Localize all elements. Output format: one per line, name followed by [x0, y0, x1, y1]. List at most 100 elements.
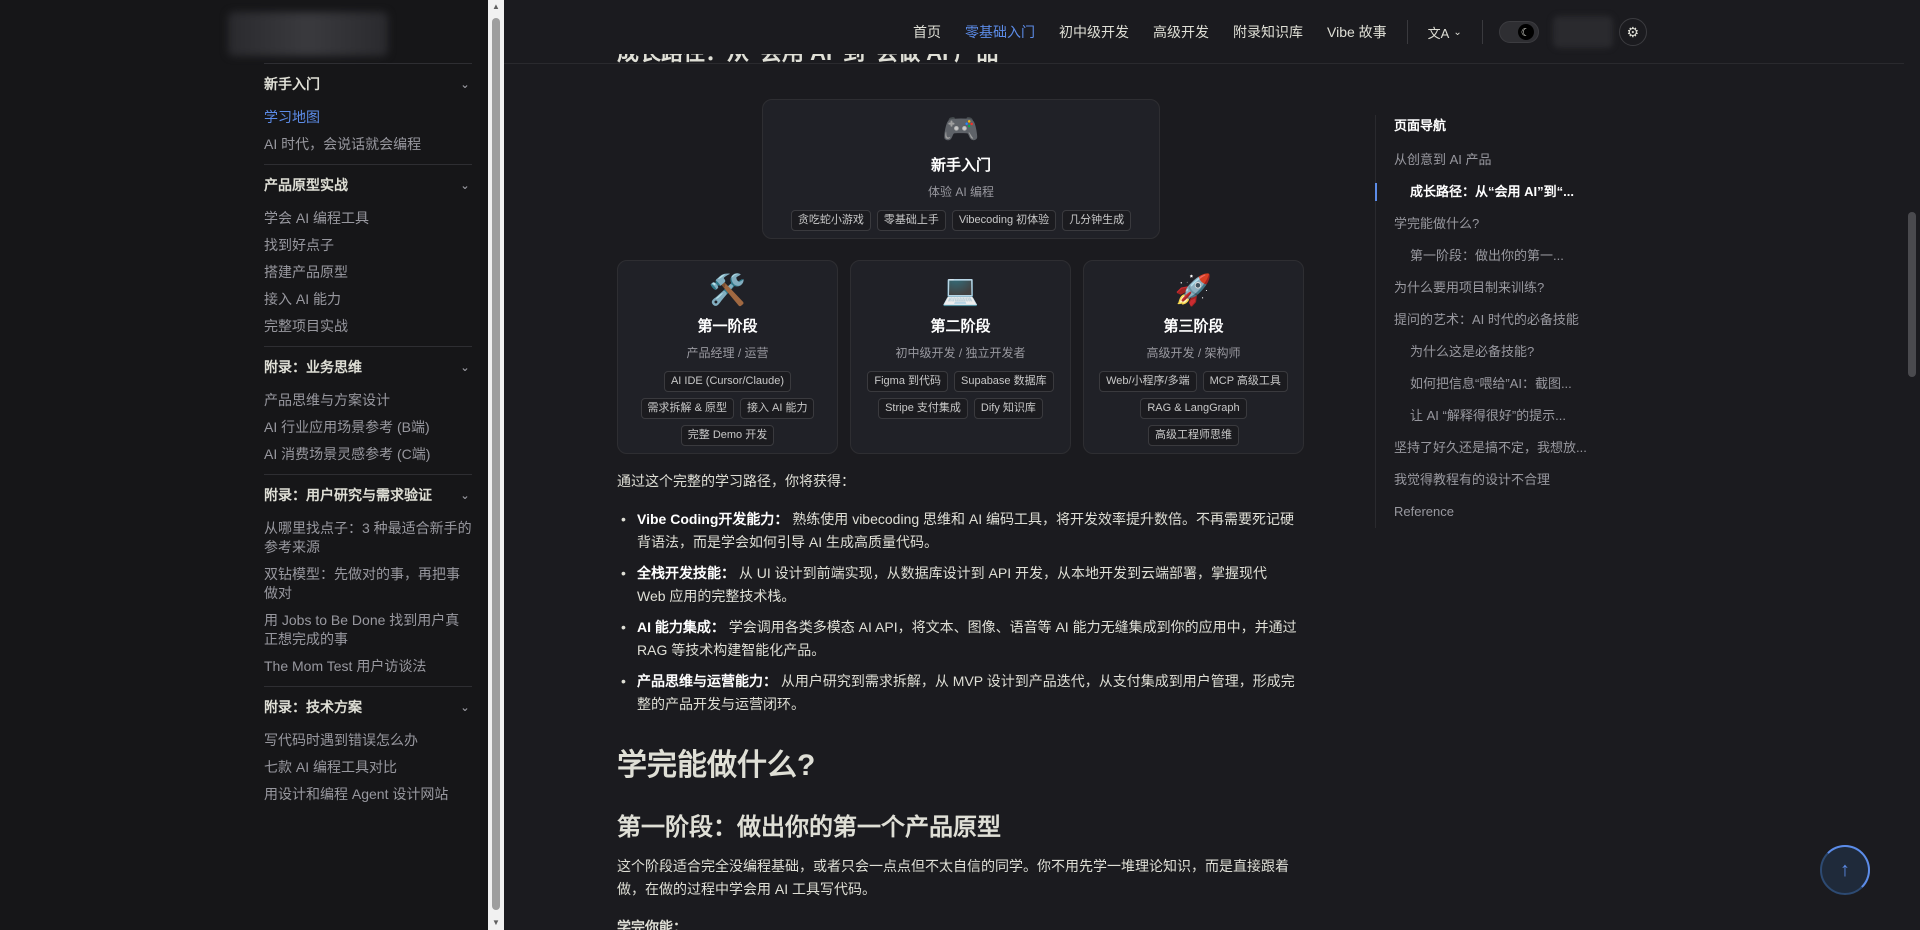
tag: 需求拆解 & 原型	[640, 398, 734, 419]
nav-link-appendix[interactable]: 附录知识库	[1221, 22, 1315, 42]
list-item: AI 能力集成： 学会调用各类多模态 AI API，将文本、图像、语音等 AI …	[617, 616, 1297, 662]
scrollbar-thumb[interactable]	[1908, 212, 1916, 377]
site-logo[interactable]	[228, 12, 388, 56]
tag: 零基础上手	[876, 210, 946, 231]
sidebar-item[interactable]: 双钻模型：先做对的事，再把事做对	[264, 561, 472, 607]
paragraph: 这个阶段适合完全没编程基础，或者只会一点点但不太自信的同学。你不用先学一堆理论知…	[617, 858, 1289, 897]
tools-icon: 🛠️	[708, 274, 747, 307]
sidebar-item[interactable]: 完整项目实战	[264, 313, 472, 340]
card-subtitle: 体验 AI 编程	[927, 185, 994, 199]
stage-card-2: 💻 第二阶段 初中级开发 / 独立开发者 Figma 到代码 Supabase …	[850, 260, 1071, 454]
tag: MCP 高级工具	[1202, 371, 1288, 392]
sidebar-item[interactable]: 搭建产品原型	[264, 259, 472, 286]
sidebar-group-header[interactable]: 新手入门 ⌄	[264, 64, 472, 104]
sidebar-item[interactable]: AI 时代，会说话就会编程	[264, 131, 472, 158]
toc-item[interactable]: Reference	[1394, 496, 1615, 528]
chevron-down-icon[interactable]: ⌄	[458, 178, 472, 192]
card-title: 第二阶段	[930, 318, 991, 335]
list-item-bold: Vibe Coding开发能力：	[637, 511, 789, 527]
card-subtitle: 高级开发 / 架构师	[1146, 346, 1241, 360]
sidebar-item[interactable]: 写代码时遇到错误怎么办	[264, 727, 472, 754]
sidebar-item[interactable]: 学会 AI 编程工具	[264, 205, 472, 232]
scroll-up-arrow-icon[interactable]: ▲	[492, 3, 500, 11]
sidebar-item[interactable]: 找到好点子	[264, 232, 472, 259]
chevron-down-icon[interactable]: ⌄	[458, 488, 472, 502]
page-scrollbar[interactable]	[1904, 0, 1920, 930]
nav-divider	[1481, 20, 1483, 44]
language-switcher[interactable]: 文A ⌄	[1416, 23, 1474, 42]
toc-item[interactable]: 我觉得教程有的设计不合理	[1394, 464, 1615, 496]
benefits-list: Vibe Coding开发能力： 熟练使用 vibecoding 思维和 AI …	[617, 508, 1297, 724]
sidebar-scrollbar[interactable]: ▲ ▼	[488, 0, 504, 930]
nav-link-vibe-stories[interactable]: Vibe 故事	[1315, 22, 1399, 42]
partial-heading-clip: 成长路径：从“会用 AI”到“会做 AI 产品”	[617, 54, 1307, 64]
toc-item[interactable]: 坚持了好久还是搞不定，我想放...	[1394, 432, 1615, 464]
list-item-bold: 全栈开发技能：	[637, 565, 735, 581]
nav-link-intermediate[interactable]: 初中级开发	[1047, 22, 1141, 42]
back-to-top-button[interactable]: ↑	[1820, 845, 1870, 895]
tag: AI IDE (Cursor/Claude)	[663, 371, 792, 392]
sidebar-item[interactable]: AI 行业应用场景参考 (B端)	[264, 414, 472, 441]
sidebar-item[interactable]: 用设计和编程 Agent 设计网站	[264, 781, 472, 808]
intro-text: 通过这个完整的学习路径，你将获得：	[617, 473, 855, 489]
toc-active-marker	[1375, 183, 1377, 201]
list-item: 全栈开发技能： 从 UI 设计到前端实现，从数据库设计到 API 开发，从本地开…	[617, 562, 1297, 608]
sidebar-group: 附录：用户研究与需求验证 ⌄ 从哪里找点子：3 种最适合新手的参考来源 双钻模型…	[264, 475, 472, 686]
toc-item[interactable]: 如何把信息“喂给”AI：截图...	[1394, 368, 1615, 400]
chevron-down-icon[interactable]: ⌄	[458, 700, 472, 714]
gear-icon[interactable]: ⚙	[1618, 18, 1647, 46]
section-heading-h2: 学完能做什么?	[617, 749, 816, 782]
scroll-down-arrow-icon[interactable]: ▼	[492, 919, 500, 927]
sidebar-item[interactable]: 接入 AI 能力	[264, 286, 472, 313]
sidebar-group-header[interactable]: 附录：业务思维 ⌄	[264, 347, 472, 387]
tag: 几分钟生成	[1062, 210, 1132, 231]
nav-link-home[interactable]: 首页	[901, 22, 953, 42]
sidebar-group: 附录：技术方案 ⌄ 写代码时遇到错误怎么办 七款 AI 编程工具对比 用设计和编…	[264, 687, 472, 814]
toc-item[interactable]: 从创意到 AI 产品	[1394, 144, 1615, 176]
toc-item[interactable]: 第一阶段：做出你的第一...	[1394, 240, 1615, 272]
card-title: 第三阶段	[1163, 318, 1224, 335]
sidebar-item[interactable]: The Mom Test 用户访谈法	[264, 653, 472, 680]
card-title: 第一阶段	[697, 318, 758, 335]
sidebar-item[interactable]: 用 Jobs to Be Done 找到用户真正想完成的事	[264, 607, 472, 653]
sidebar-group-header[interactable]: 附录：用户研究与需求验证 ⌄	[264, 475, 472, 515]
toc-item[interactable]: 提问的艺术：AI 时代的必备技能	[1394, 304, 1615, 336]
nav-link-advanced[interactable]: 高级开发	[1141, 22, 1221, 42]
sidebar-group: 附录：业务思维 ⌄ 产品思维与方案设计 AI 行业应用场景参考 (B端) AI …	[264, 347, 472, 474]
toc-item[interactable]: 为什么这是必备技能?	[1394, 336, 1615, 368]
avatar[interactable]	[1552, 16, 1613, 48]
sidebar-group-title: 新手入门	[264, 76, 320, 92]
rocket-icon: 🚀	[1174, 274, 1213, 307]
chevron-down-icon[interactable]: ⌄	[458, 77, 472, 91]
tag: Supabase 数据库	[954, 371, 1054, 392]
sidebar-group: 新手入门 ⌄ 学习地图 AI 时代，会说话就会编程	[264, 64, 472, 164]
toc-item[interactable]: 成长路径：从“会用 AI”到“...	[1394, 176, 1615, 208]
scrollbar-thumb[interactable]	[492, 18, 500, 910]
stage-card-1: 🛠️ 第一阶段 产品经理 / 运营 AI IDE (Cursor/Claude)…	[617, 260, 838, 454]
chevron-down-icon[interactable]: ⌄	[458, 360, 472, 374]
sidebar-item[interactable]: 学习地图	[264, 104, 472, 131]
nav-link-beginner[interactable]: 零基础入门	[953, 22, 1047, 42]
toc-item[interactable]: 为什么要用项目制来训练?	[1394, 272, 1615, 304]
sidebar-item[interactable]: AI 消费场景灵感参考 (C端)	[264, 441, 472, 468]
sidebar-item[interactable]: 从哪里找点子：3 种最适合新手的参考来源	[264, 515, 472, 561]
tag: Stripe 支付集成	[878, 398, 968, 419]
tag: Web/小程序/多端	[1099, 371, 1197, 392]
scroll-progress-ring	[1820, 845, 1870, 895]
tag-list: Web/小程序/多端 MCP 高级工具 RAG & LangGraph 高级工程…	[1084, 371, 1303, 446]
toc-item[interactable]: 学完能做什么?	[1394, 208, 1615, 240]
sidebar-group-title: 附录：业务思维	[264, 359, 362, 375]
theme-toggle[interactable]: ☾	[1498, 21, 1539, 43]
tag: Figma 到代码	[867, 371, 948, 392]
tag: 接入 AI 能力	[739, 398, 815, 419]
toc-item[interactable]: 让 AI “解释得很好”的提示...	[1394, 400, 1615, 432]
card-subtitle: 初中级开发 / 独立开发者	[895, 346, 1026, 360]
tag: 完整 Demo 开发	[680, 425, 775, 446]
sidebar-item[interactable]: 产品思维与方案设计	[264, 387, 472, 414]
tag: 高级工程师思维	[1148, 425, 1239, 446]
sidebar-item[interactable]: 七款 AI 编程工具对比	[264, 754, 472, 781]
tag-list: AI IDE (Cursor/Claude) 需求拆解 & 原型 接入 AI 能…	[618, 371, 837, 446]
sidebar-group-header[interactable]: 产品原型实战 ⌄	[264, 165, 472, 205]
sidebar-group-header[interactable]: 附录：技术方案 ⌄	[264, 687, 472, 727]
tag-list: Figma 到代码 Supabase 数据库 Stripe 支付集成 Dify …	[851, 371, 1070, 419]
